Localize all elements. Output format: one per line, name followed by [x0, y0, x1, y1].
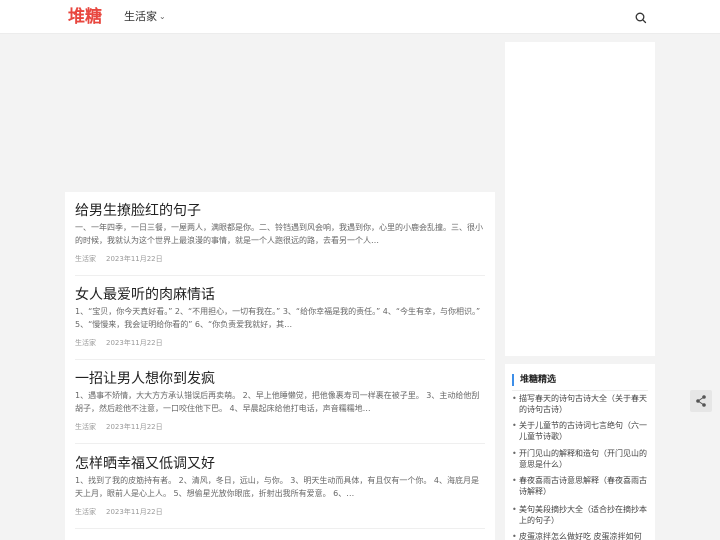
article-meta: 生活家 2023年11月22日 — [75, 423, 163, 432]
featured-link-text: 开门见山的解释和造句（开门见山的意思是什么） — [519, 449, 647, 469]
article-meta: 生活家 2023年11月22日 — [75, 508, 163, 517]
featured-link-text: 描写春天的诗句古诗大全（关于春天的诗句古诗） — [519, 394, 647, 414]
article-card[interactable]: 给男生撩脸红的句子 一、一年四季，一日三餐，一屋两人，满眼都是你。二、铃铛遇到风… — [75, 192, 485, 276]
article-excerpt: 一、一年四季，一日三餐，一屋两人，满眼都是你。二、铃铛遇到风会响，我遇到你，心里… — [75, 223, 483, 245]
article-card[interactable]: 女人最爱听的肉麻情话 1、“宝贝，你今天真好看。” 2、“不用担心，一切有我在。… — [75, 276, 485, 360]
article-excerpt: 1、找到了我的皮筋持有者。 2、清风，冬日，远山，与你。 3、明天生动而具体，有… — [75, 476, 479, 498]
widget-title: 堆糖精选 — [512, 374, 556, 386]
article-card[interactable]: 怎样晒幸福又低调又好 1、找到了我的皮筋持有者。 2、清风，冬日，远山，与你。 … — [75, 445, 485, 529]
article-category[interactable]: 生活家 — [75, 423, 96, 431]
share-button[interactable] — [690, 390, 712, 412]
share-icon — [696, 395, 706, 407]
chevron-down-icon: ⌄ — [159, 12, 166, 21]
article-meta: 生活家 2023年11月22日 — [75, 255, 163, 264]
featured-link[interactable]: • 关于儿童节的古诗词七言绝句（六一儿童节诗歌） — [512, 420, 648, 442]
article-title[interactable]: 女人最爱听的肉麻情话 — [75, 287, 215, 303]
article-date: 2023年11月22日 — [106, 423, 163, 431]
search-icon — [635, 12, 647, 24]
featured-link-text: 美句美段摘抄大全（适合抄在摘抄本上的句子） — [519, 505, 647, 525]
bullet-icon: • — [512, 394, 517, 403]
article-excerpt: 1、“宝贝，你今天真好看。” 2、“不用担心，一切有我在。” 3、“给你幸福是我… — [75, 307, 481, 329]
bullet-icon: • — [512, 505, 517, 514]
featured-link[interactable]: • 描写春天的诗句古诗大全（关于春天的诗句古诗） — [512, 393, 648, 415]
article-category[interactable]: 生活家 — [75, 339, 96, 347]
featured-link-text: 皮蛋凉拌怎么做好吃 皮蛋凉拌如何做好吃 — [519, 532, 642, 540]
article-title[interactable]: 怎样晒幸福又低调又好 — [75, 456, 215, 472]
nav-item-label: 生活家 — [124, 10, 157, 23]
featured-link[interactable]: • 开门见山的解释和造句（开门见山的意思是什么） — [512, 448, 648, 470]
article-title[interactable]: 给男生撩脸红的句子 — [75, 203, 201, 219]
bullet-icon: • — [512, 449, 517, 458]
bullet-icon: • — [512, 532, 517, 540]
nav-item-life[interactable]: 生活家 ⌄ — [124, 11, 166, 23]
article-excerpt: 1、遇事不矫情，大大方方承认错误后再卖萌。 2、早上他睡懒觉，把他像裹寿司一样裹… — [75, 391, 480, 413]
featured-link[interactable]: • 春夜喜雨古诗意思解释（春夜喜雨古诗解释） — [512, 475, 648, 497]
article-date: 2023年11月22日 — [106, 339, 163, 347]
site-logo[interactable]: 堆糖 — [68, 7, 102, 27]
article-feed: 给男生撩脸红的句子 一、一年四季，一日三餐，一屋两人，满眼都是你。二、铃铛遇到风… — [65, 192, 495, 540]
sidebar-ad-slot — [505, 42, 655, 356]
article-date: 2023年11月22日 — [106, 255, 163, 263]
article-title[interactable]: 一招让男人想你到发疯 — [75, 371, 215, 387]
article-category[interactable]: 生活家 — [75, 508, 96, 516]
article-category[interactable]: 生活家 — [75, 255, 96, 263]
bullet-icon: • — [512, 421, 517, 430]
featured-widget: 堆糖精选 • 描写春天的诗句古诗大全（关于春天的诗句古诗） • 关于儿童节的古诗词七… — [505, 364, 655, 540]
article-date: 2023年11月22日 — [106, 508, 163, 516]
featured-link[interactable]: • 美句美段摘抄大全（适合抄在摘抄本上的句子） — [512, 504, 648, 526]
article-meta: 生活家 2023年11月22日 — [75, 339, 163, 348]
featured-link-text: 关于儿童节的古诗词七言绝句（六一儿童节诗歌） — [519, 421, 647, 441]
divider — [512, 390, 648, 391]
top-navbar: 堆糖 生活家 ⌄ — [0, 0, 720, 34]
featured-link-text: 春夜喜雨古诗意思解释（春夜喜雨古诗解释） — [519, 476, 647, 496]
ad-banner-slot — [65, 42, 495, 188]
featured-link[interactable]: •皮蛋凉拌怎么做好吃 皮蛋凉拌如何做好吃 — [512, 531, 648, 540]
article-card[interactable]: 一招让男人想你到发疯 1、遇事不矫情，大大方方承认错误后再卖萌。 2、早上他睡懒… — [75, 360, 485, 444]
search-button[interactable] — [634, 10, 648, 24]
bullet-icon: • — [512, 476, 517, 485]
